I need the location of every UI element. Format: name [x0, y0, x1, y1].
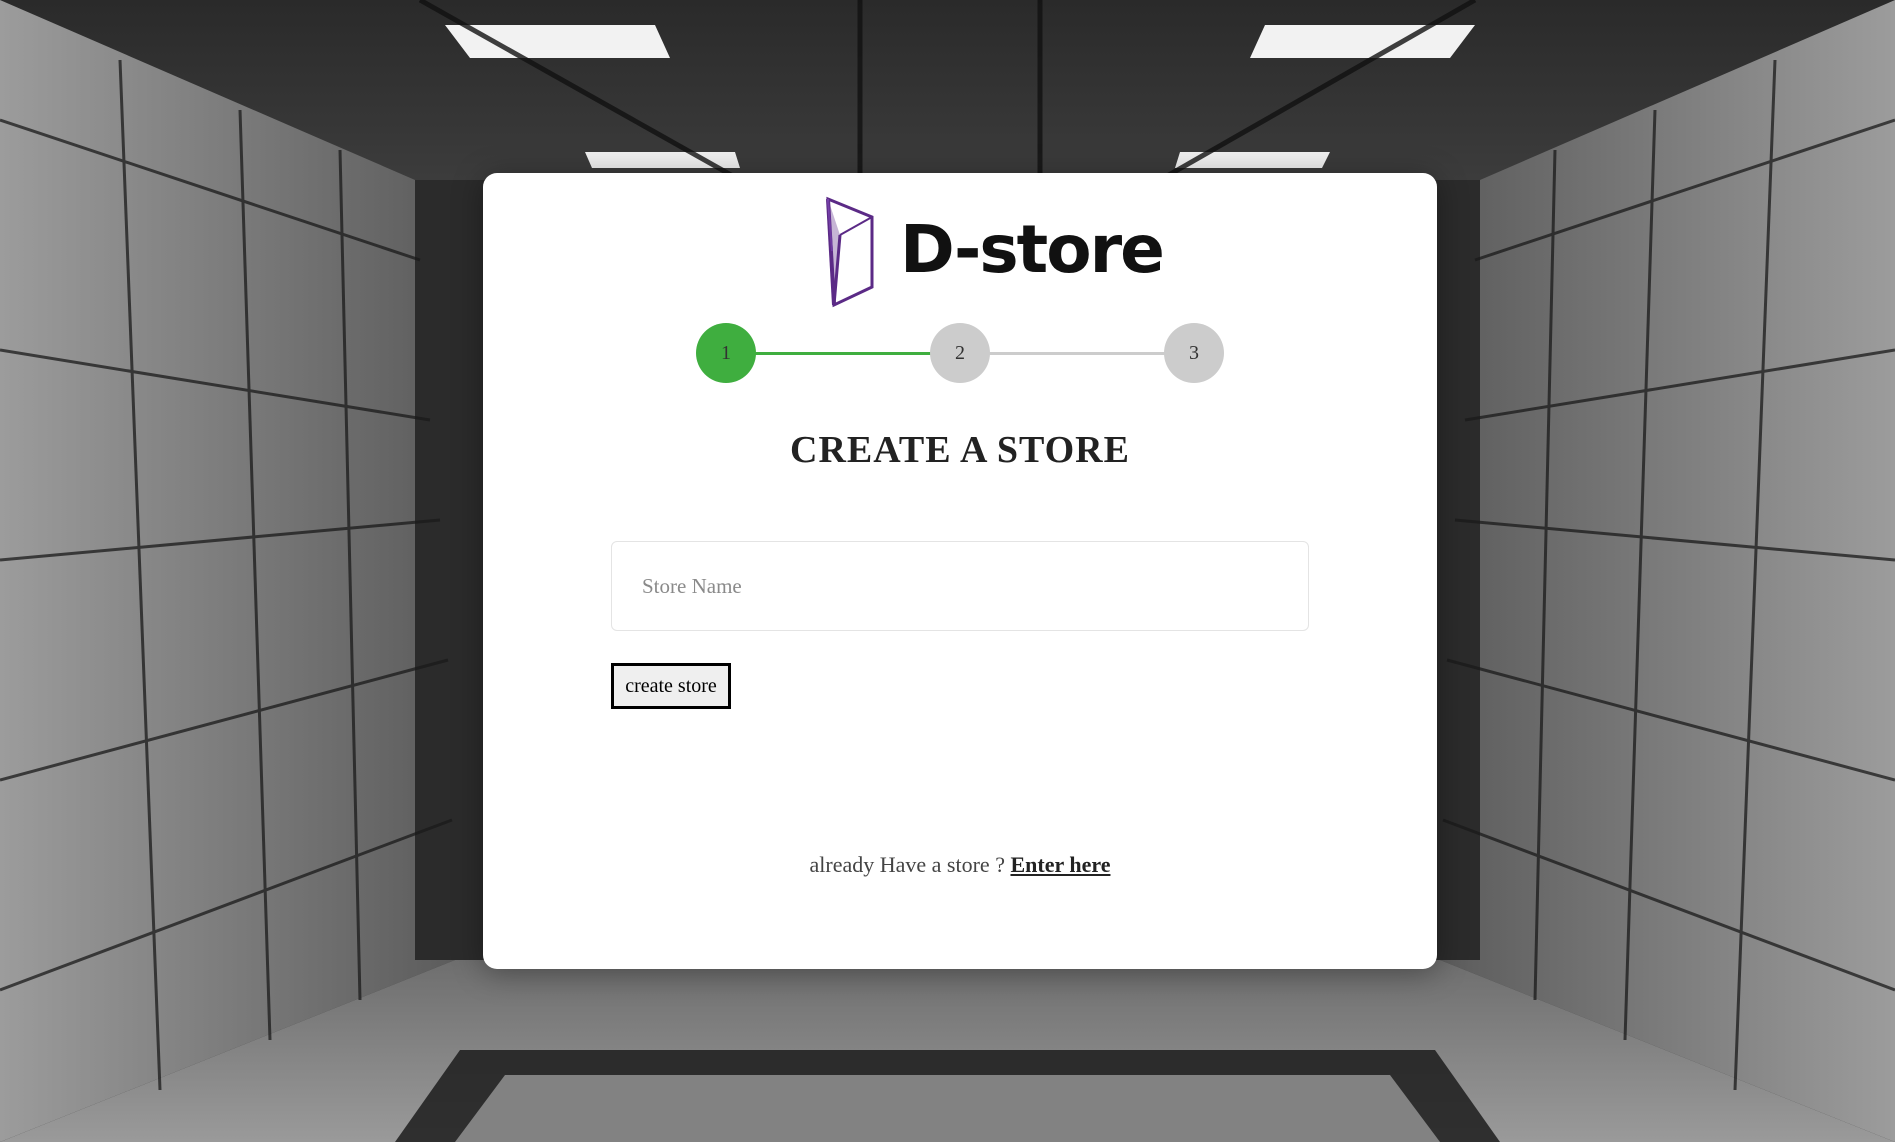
brand-logo[interactable]: D-store: [820, 191, 1165, 309]
step-3: 3: [1164, 323, 1224, 383]
store-name-input[interactable]: [611, 541, 1309, 631]
step-1: 1: [696, 323, 756, 383]
progress-stepper: 1 2 3: [696, 323, 1224, 383]
enter-here-link[interactable]: Enter here: [1010, 852, 1110, 877]
step-connector-1-2: [726, 352, 960, 355]
step-connector-2-3: [960, 352, 1194, 355]
existing-store-text: already Have a store ?: [809, 852, 1005, 877]
create-store-card: D-store 1 2 3 CREATE A STORE create stor…: [483, 173, 1437, 969]
existing-store-prompt: already Have a store ? Enter here: [483, 852, 1437, 878]
brand-name: D-store: [900, 211, 1165, 288]
prism-logo-icon: [826, 196, 874, 308]
step-2: 2: [930, 323, 990, 383]
page-title: CREATE A STORE: [790, 429, 1130, 471]
create-store-button[interactable]: create store: [611, 663, 731, 709]
